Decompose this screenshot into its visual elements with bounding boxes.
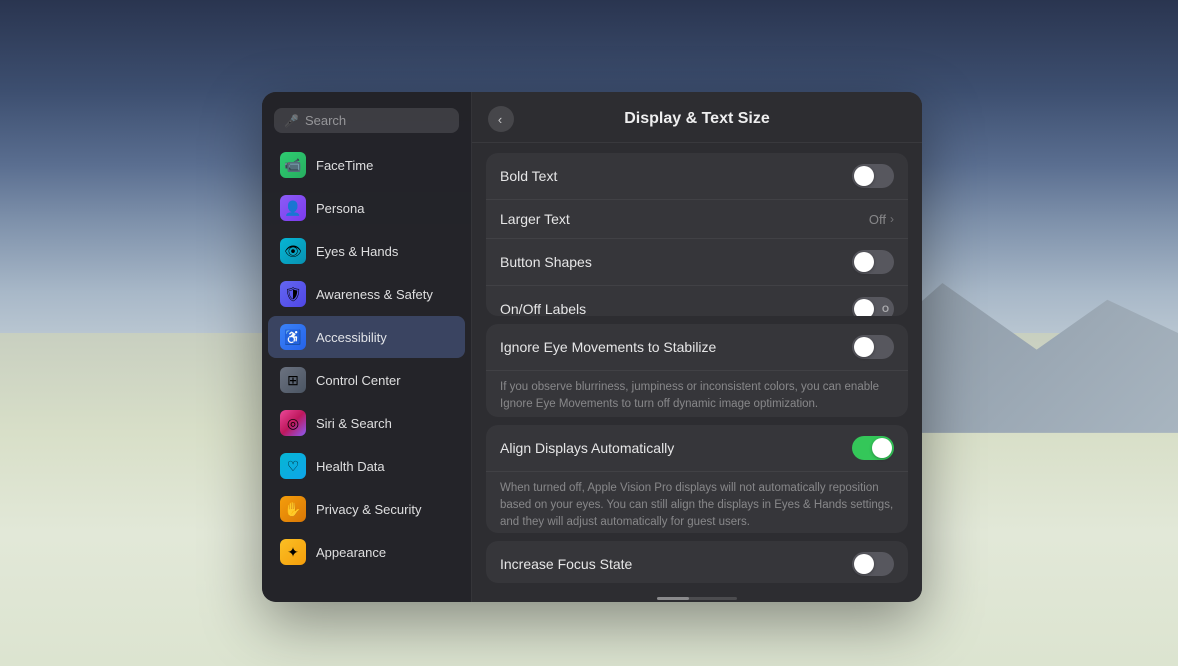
scroll-bar <box>657 597 737 600</box>
settings-row-larger-text[interactable]: Larger TextOff › <box>486 200 908 239</box>
ignore-eye-movements-toggle[interactable] <box>852 335 894 359</box>
search-bar[interactable]: 🎤 Search <box>274 108 459 133</box>
settings-row-button-shapes[interactable]: Button Shapes <box>486 239 908 286</box>
increase-focus-state-toggle[interactable] <box>852 552 894 576</box>
control-center-icon: ⊞ <box>280 367 306 393</box>
sidebar-item-accessibility[interactable]: ♿ Accessibility <box>268 316 465 358</box>
siri-search-label: Siri & Search <box>316 416 392 431</box>
settings-window: 🎤 Search 📹 FaceTime 👤 Persona 👁 Eyes & Hands 🛡… <box>262 92 922 602</box>
back-button[interactable]: ‹ <box>488 106 514 132</box>
on-off-labels-toggle[interactable]: O <box>852 297 894 316</box>
on-off-labels-toggle-thumb <box>854 299 874 316</box>
siri-search-icon: ◎ <box>280 410 306 436</box>
ignore-eye-movements-toggle-thumb <box>854 337 874 357</box>
search-placeholder: Search <box>305 113 346 128</box>
settings-group-align-group: Align Displays Automatically When turned … <box>486 425 908 533</box>
microphone-icon: 🎤 <box>284 114 299 128</box>
settings-row-ignore-eye-movements[interactable]: Ignore Eye Movements to Stabilize <box>486 324 908 371</box>
health-data-icon: ♡ <box>280 453 306 479</box>
privacy-security-label: Privacy & Security <box>316 502 421 517</box>
facetime-label: FaceTime <box>316 158 373 173</box>
persona-label: Persona <box>316 201 364 216</box>
eye-movement-group-description: If you observe blurriness, jumpiness or … <box>486 371 908 417</box>
eyes-hands-label: Eyes & Hands <box>316 244 398 259</box>
larger-text-value: Off <box>869 212 886 227</box>
awareness-safety-icon: 🛡 <box>280 281 306 307</box>
settings-group-text-group: Bold Text Larger TextOff › Button Shapes On/… <box>486 153 908 316</box>
align-displays-label: Align Displays Automatically <box>500 440 852 456</box>
sidebar-item-privacy-security[interactable]: ✋ Privacy & Security <box>268 488 465 530</box>
back-chevron-icon: ‹ <box>498 112 502 127</box>
accessibility-icon: ♿ <box>280 324 306 350</box>
bold-text-toggle[interactable] <box>852 164 894 188</box>
increase-focus-state-label: Increase Focus State <box>500 556 852 572</box>
appearance-icon: ✦ <box>280 539 306 565</box>
settings-row-bold-text[interactable]: Bold Text <box>486 153 908 200</box>
align-displays-toggle-thumb <box>872 438 892 458</box>
align-group-description: When turned off, Apple Vision Pro displa… <box>486 472 908 533</box>
settings-row-increase-focus-state[interactable]: Increase Focus State <box>486 541 908 583</box>
ignore-eye-movements-label: Ignore Eye Movements to Stabilize <box>500 339 852 355</box>
settings-group-eye-movement-group: Ignore Eye Movements to Stabilize If you … <box>486 324 908 417</box>
sidebar-item-siri-search[interactable]: ◎ Siri & Search <box>268 402 465 444</box>
persona-icon: 👤 <box>280 195 306 221</box>
control-center-label: Control Center <box>316 373 401 388</box>
scroll-indicator <box>472 593 922 602</box>
sidebar-item-health-data[interactable]: ♡ Health Data <box>268 445 465 487</box>
button-shapes-toggle-thumb <box>854 252 874 272</box>
sidebar-item-persona[interactable]: 👤 Persona <box>268 187 465 229</box>
button-shapes-toggle[interactable] <box>852 250 894 274</box>
settings-row-on-off-labels[interactable]: On/Off Labels O <box>486 286 908 316</box>
on-off-labels-toggle-o-label: O <box>882 304 889 314</box>
increase-focus-state-toggle-thumb <box>854 554 874 574</box>
sidebar-item-control-center[interactable]: ⊞ Control Center <box>268 359 465 401</box>
settings-row-align-displays[interactable]: Align Displays Automatically <box>486 425 908 472</box>
scroll-progress <box>657 597 689 600</box>
privacy-security-icon: ✋ <box>280 496 306 522</box>
search-container: 🎤 Search <box>262 100 471 143</box>
bold-text-toggle-thumb <box>854 166 874 186</box>
sidebar-item-awareness-safety[interactable]: 🛡 Awareness & Safety <box>268 273 465 315</box>
larger-text-chevron-icon: › <box>890 212 894 226</box>
main-content: ‹ Display & Text Size Bold Text Larger Te… <box>472 92 922 602</box>
sidebar: 🎤 Search 📹 FaceTime 👤 Persona 👁 Eyes & Hands 🛡… <box>262 92 472 602</box>
eyes-hands-icon: 👁 <box>280 238 306 264</box>
awareness-safety-label: Awareness & Safety <box>316 287 433 302</box>
sidebar-item-appearance[interactable]: ✦ Appearance <box>268 531 465 573</box>
accessibility-label: Accessibility <box>316 330 387 345</box>
sidebar-item-eyes-hands[interactable]: 👁 Eyes & Hands <box>268 230 465 272</box>
appearance-label: Appearance <box>316 545 386 560</box>
button-shapes-label: Button Shapes <box>500 254 852 270</box>
facetime-icon: 📹 <box>280 152 306 178</box>
main-header: ‹ Display & Text Size <box>472 92 922 143</box>
main-title: Display & Text Size <box>526 110 868 128</box>
sidebar-items-list: 📹 FaceTime 👤 Persona 👁 Eyes & Hands 🛡 Awareness… <box>262 143 471 602</box>
on-off-labels-label: On/Off Labels <box>500 301 852 316</box>
larger-text-label: Larger Text <box>500 211 869 227</box>
align-displays-toggle[interactable] <box>852 436 894 460</box>
health-data-label: Health Data <box>316 459 385 474</box>
bold-text-label: Bold Text <box>500 168 852 184</box>
content-area: Bold Text Larger TextOff › Button Shapes On/… <box>472 143 922 593</box>
sidebar-item-facetime[interactable]: 📹 FaceTime <box>268 144 465 186</box>
settings-group-focus-group: Increase Focus State <box>486 541 908 583</box>
